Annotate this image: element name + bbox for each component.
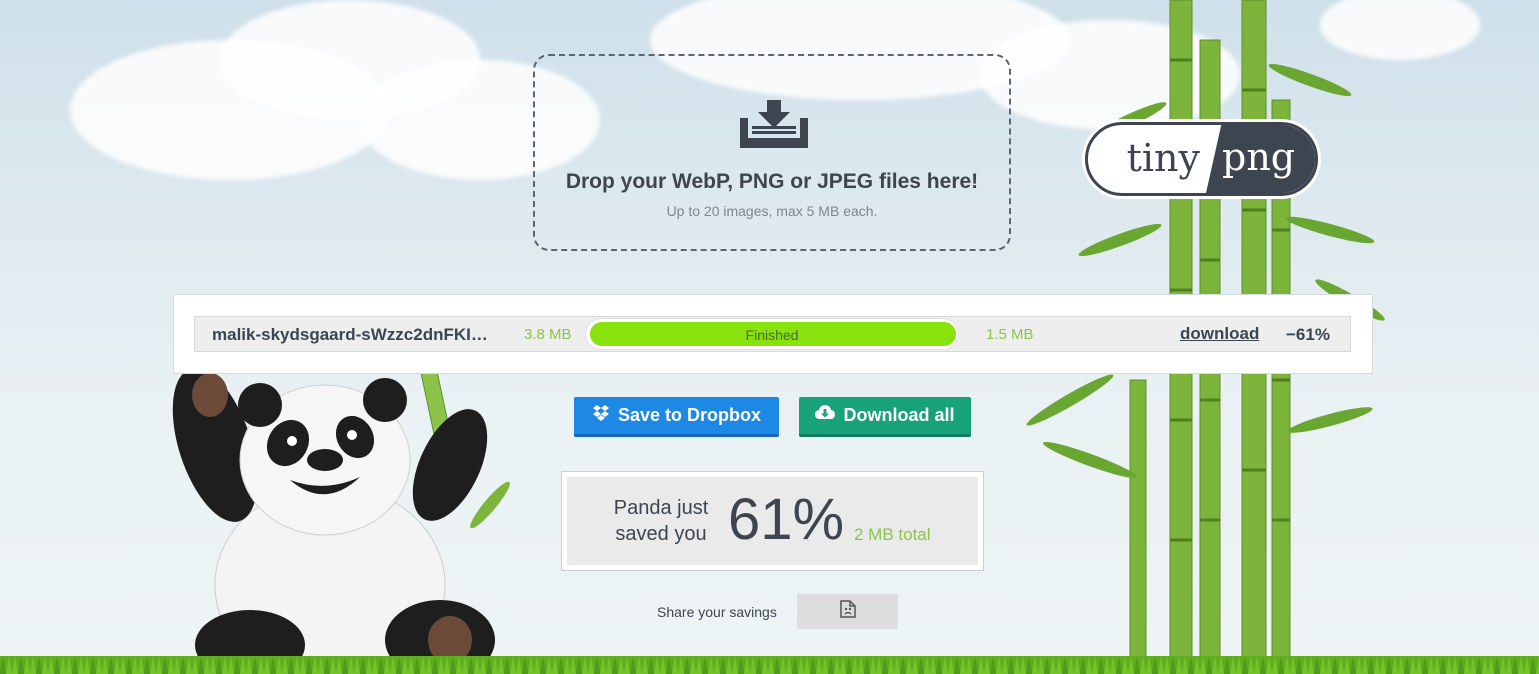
savings-summary-inner: Panda just saved you 61% 2 MB total	[567, 477, 978, 565]
panda-mascot	[172, 355, 510, 674]
tinypng-page: Drop your WebP, PNG or JPEG files here! …	[0, 0, 1539, 674]
download-all-label: Download all	[843, 405, 955, 425]
share-label: Share your savings	[657, 604, 777, 620]
file-drop-zone[interactable]: Drop your WebP, PNG or JPEG files here! …	[533, 54, 1011, 251]
drop-zone-title: Drop your WebP, PNG or JPEG files here!	[565, 170, 979, 193]
savings-caption-line2: saved you	[615, 523, 707, 545]
save-to-dropbox-label: Save to Dropbox	[617, 405, 762, 425]
drop-zone-subtitle: Up to 20 images, max 5 MB each.	[666, 203, 878, 219]
tinypng-logo[interactable]: tiny png	[1085, 122, 1318, 196]
savings-total: 2 MB total	[854, 525, 931, 544]
cloud-download-icon	[815, 405, 836, 426]
compressed-size: 1.5 MB	[986, 326, 1034, 343]
savings-percent: 61%	[728, 487, 845, 552]
file-name: malik-skydsgaard-sWzzc2dnFKI…	[212, 325, 488, 344]
result-row: malik-skydsgaard-sWzzc2dnFKI… 3.8 MB Fin…	[194, 316, 1351, 352]
savings-caption-line1: Panda just	[613, 497, 709, 519]
download-link[interactable]: download	[1180, 324, 1259, 344]
progress-status: Finished	[745, 327, 799, 343]
original-size: 3.8 MB	[524, 326, 572, 343]
save-to-dropbox-button[interactable]: Save to Dropbox	[574, 397, 779, 437]
share-button[interactable]	[797, 594, 898, 629]
savings-caption: Panda just saved you	[601, 495, 721, 547]
broken-image-icon	[839, 600, 856, 623]
logo-text-tiny: tiny	[1126, 136, 1200, 180]
savings-summary: Panda just saved you 61% 2 MB total	[561, 471, 984, 571]
saving-percent: −61%	[1286, 325, 1330, 344]
download-tray-icon	[738, 100, 810, 153]
progress-bar: Finished	[585, 318, 959, 350]
logo-dark-half: png	[1206, 125, 1315, 193]
grass-decoration	[0, 656, 1539, 674]
logo-text-png: png	[1222, 135, 1296, 179]
download-all-button[interactable]: Download all	[799, 397, 971, 437]
dropbox-icon	[592, 405, 610, 426]
results-panel: malik-skydsgaard-sWzzc2dnFKI… 3.8 MB Fin…	[173, 294, 1373, 374]
